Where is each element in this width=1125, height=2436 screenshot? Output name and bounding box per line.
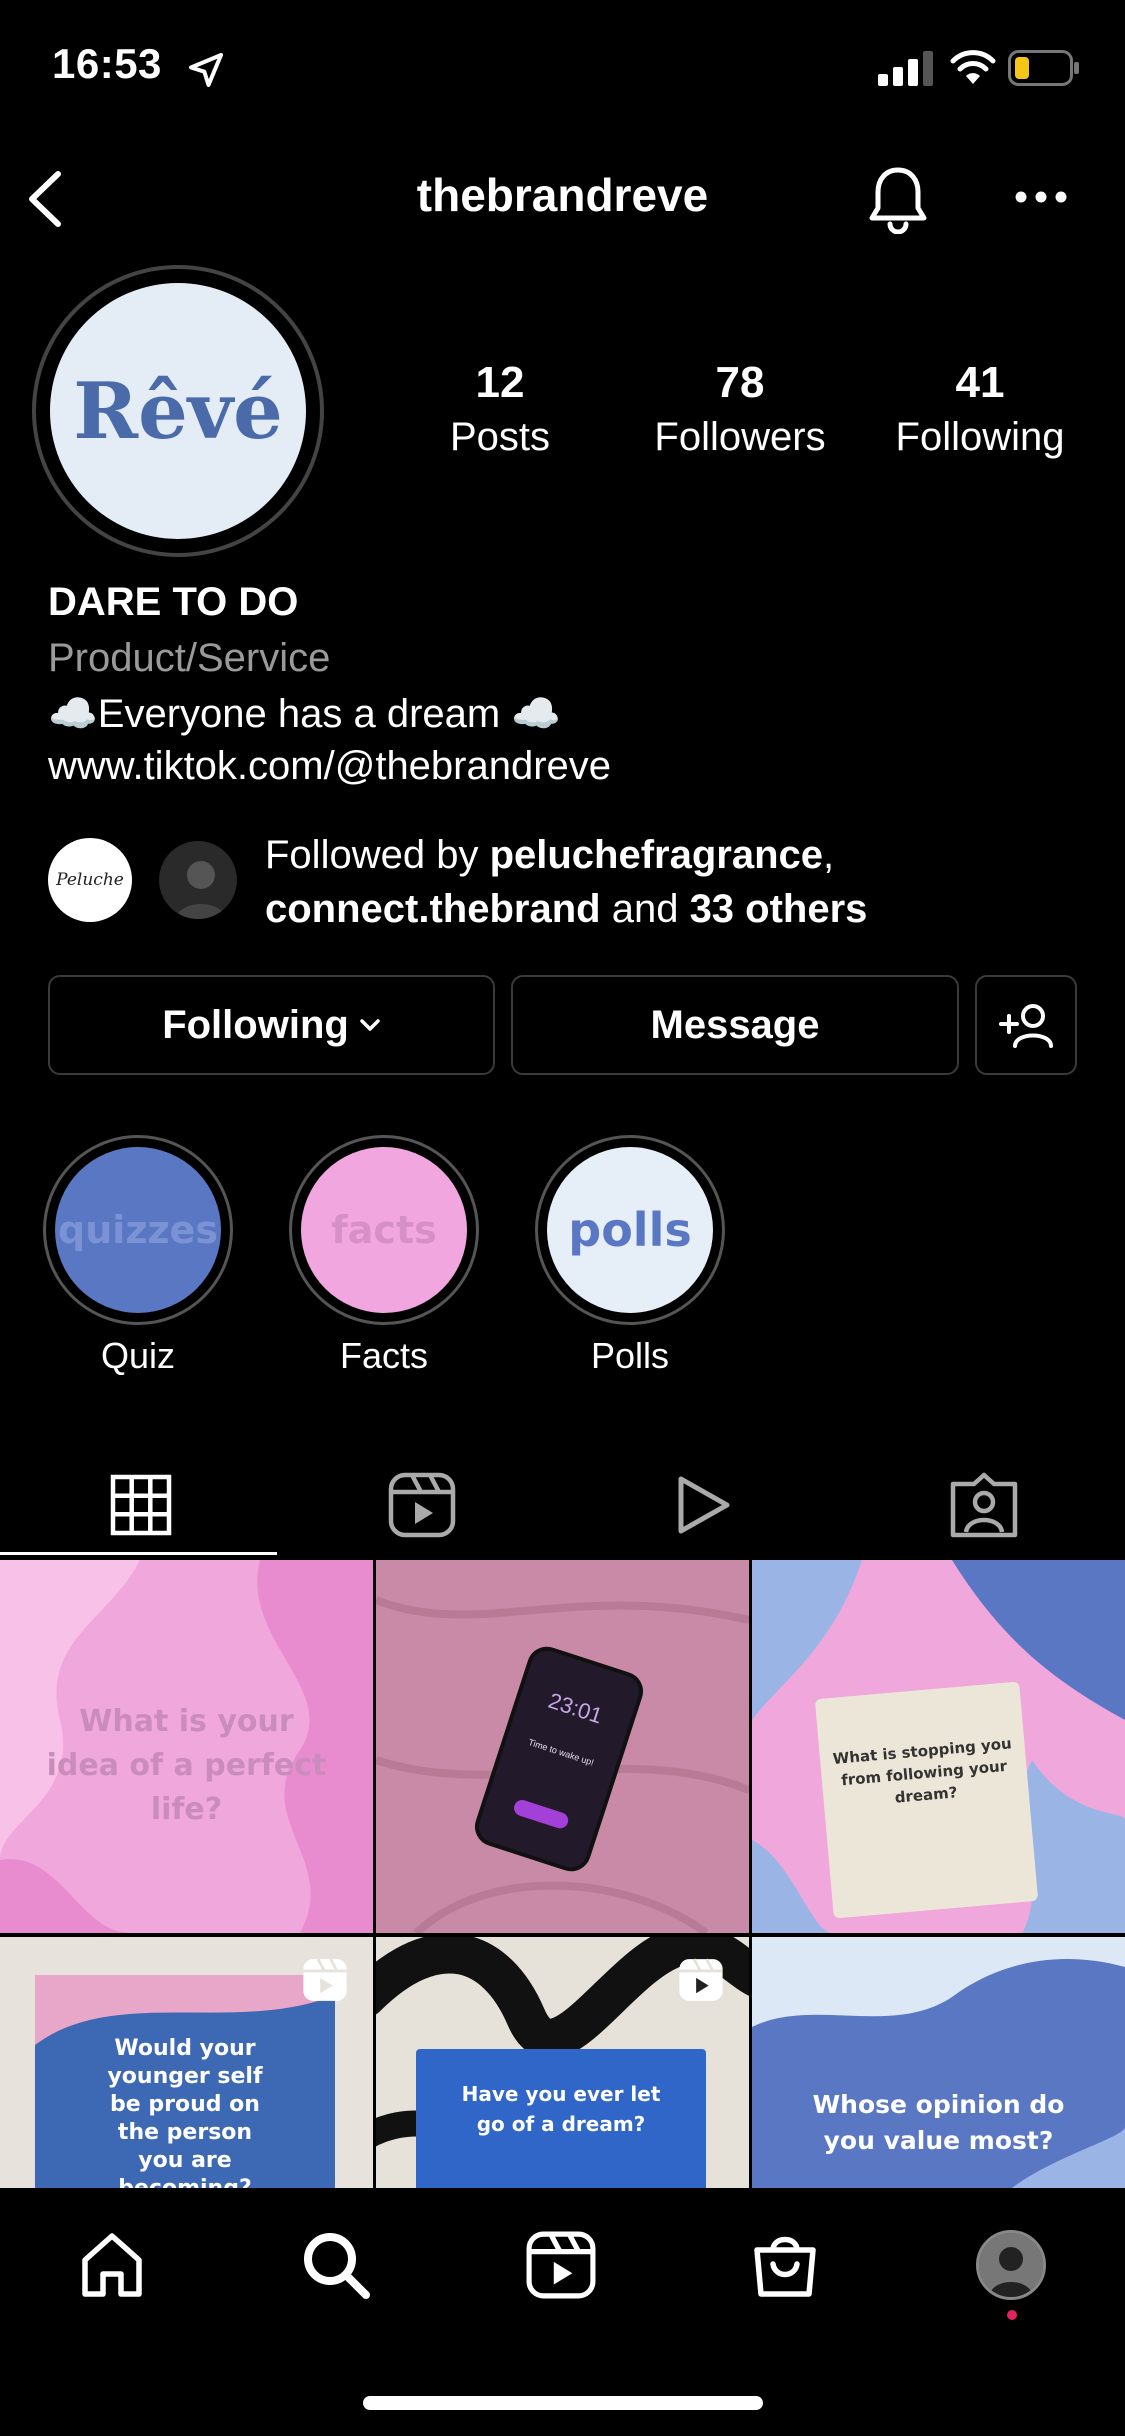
grid-icon [110,1474,171,1536]
post-5-text: Have you ever let go of a dream? [461,2082,661,2136]
nav-profile[interactable] [961,2215,1061,2315]
profile-name: DARE TO DO [48,580,299,624]
following-button-label: Following [162,1002,349,1047]
highlight-cover-polls: polls [547,1147,713,1313]
follower-username-2[interactable]: connect.thebrand [265,887,601,931]
post-4-text: Would your younger self be proud on the … [107,2036,263,2188]
post-5[interactable]: Have you ever let go of a dream? [376,1937,749,2188]
post-5-reel-icon [679,1958,723,2001]
poster-image: Would your younger self be proud on the … [35,1975,335,2188]
chevron-down-icon [360,1019,380,1031]
post-3-text: What is stopping you from following your… [832,1734,1013,1807]
add-person-icon [999,1004,1053,1048]
alarm-button-shape [511,1797,571,1831]
posts-label: Posts [449,415,551,459]
followed-by-sep: , [823,833,835,877]
bell-icon[interactable] [866,164,930,234]
tote-bag-image: What is stopping you from following your… [814,1681,1039,1919]
profile-username: thebrandreve [416,169,709,221]
tab-videos[interactable] [562,1455,843,1555]
more-options-icon[interactable] [1014,184,1068,210]
highlight-facts[interactable]: facts [289,1135,479,1325]
highlight-cover-facts: facts [301,1147,467,1313]
following-count: 41 [955,358,1005,407]
status-time: 16:53 [52,40,162,87]
follower-username-1[interactable]: peluchefragrance [490,833,823,877]
tab-grid[interactable] [0,1455,281,1555]
signal-icon [878,51,933,86]
followed-by-text[interactable]: Followed by peluchefragrance, connect.th… [265,828,1105,936]
profile-link[interactable]: www.tiktok.com/@thebrandreve [48,744,611,789]
nav-search[interactable] [286,2215,386,2315]
highlight-label-quiz: Quiz [100,1335,176,1376]
battery-icon [1008,50,1079,86]
highlight-label-polls: Polls [590,1335,670,1376]
home-icon [82,2233,142,2297]
post-4[interactable]: Would your younger self be proud on the … [0,1937,373,2188]
nav-shop[interactable] [735,2215,835,2315]
person-silhouette-icon [174,861,228,919]
followed-by-others[interactable]: 33 others [690,887,868,931]
wifi-icon [950,50,996,84]
following-button[interactable]: Following [48,975,495,1075]
highlight-quiz[interactable]: quizzes [43,1135,233,1325]
post-4-reel-icon [303,1958,347,2001]
follower-avatar-text: Peluche [56,870,124,890]
following-stat[interactable]: 41 Following [880,355,1080,463]
followers-stat[interactable]: 78 Followers [640,355,840,463]
follower-avatar-connect[interactable] [156,838,240,922]
highlight-polls[interactable]: polls [535,1135,725,1325]
tagged-icon [950,1472,1017,1538]
video-icon [678,1476,729,1534]
post-1[interactable]: What is your idea of a perfect life? [0,1560,373,1933]
post-6-text: Whose opinion do you value most? [812,2090,1065,2155]
reels-icon [388,1472,455,1538]
followed-by-prefix: Followed by [265,833,490,877]
nav-reels[interactable] [511,2215,611,2315]
profile-bio: ☁️Everyone has a dream ☁️ [48,692,562,736]
avatar-logo: Rêvé [73,365,283,457]
post-2-clock: 23:01 [545,1687,606,1729]
search-icon [304,2233,370,2299]
posts-stat[interactable]: 12 Posts [400,355,600,463]
post-1-text: What is your idea of a perfect life? [46,1704,327,1827]
profile-category: Product/Service [48,636,331,680]
tab-reels[interactable] [281,1455,562,1555]
following-label: Following [895,415,1065,459]
post-2[interactable]: 23:01 Time to wake up! [376,1560,749,1933]
followed-by-mid: and [600,887,690,931]
profile-nav-silhouette-icon [979,2233,1043,2297]
post-6[interactable]: Whose opinion do you value most? [752,1937,1125,2188]
poster-image-2: Have you ever let go of a dream? [416,2049,706,2188]
message-button-label: Message [650,1002,820,1047]
nav-home[interactable] [62,2215,162,2315]
post-2-alarm-text: Time to wake up! [527,1737,596,1768]
active-tab-indicator [0,1552,277,1555]
tab-tagged[interactable] [843,1455,1124,1555]
highlight-cover-quizzes: quizzes [55,1147,221,1313]
message-button[interactable]: Message [511,975,959,1075]
profile-nav-avatar [976,2230,1046,2300]
highlight-label-facts: Facts [339,1335,428,1376]
profile-avatar[interactable]: Rêvé [32,265,324,557]
follower-avatar-peluche[interactable]: Peluche [48,838,132,922]
shopping-bag-icon [754,2236,816,2297]
notification-dot [1007,2310,1017,2320]
suggest-people-button[interactable] [975,975,1077,1075]
post-3[interactable]: What is stopping you from following your… [752,1560,1125,1933]
reels-nav-icon [526,2231,596,2299]
followers-label: Followers [654,415,826,459]
followers-count: 78 [715,358,765,407]
posts-count: 12 [475,358,525,407]
location-arrow-icon [189,53,223,87]
home-indicator [363,2396,763,2410]
